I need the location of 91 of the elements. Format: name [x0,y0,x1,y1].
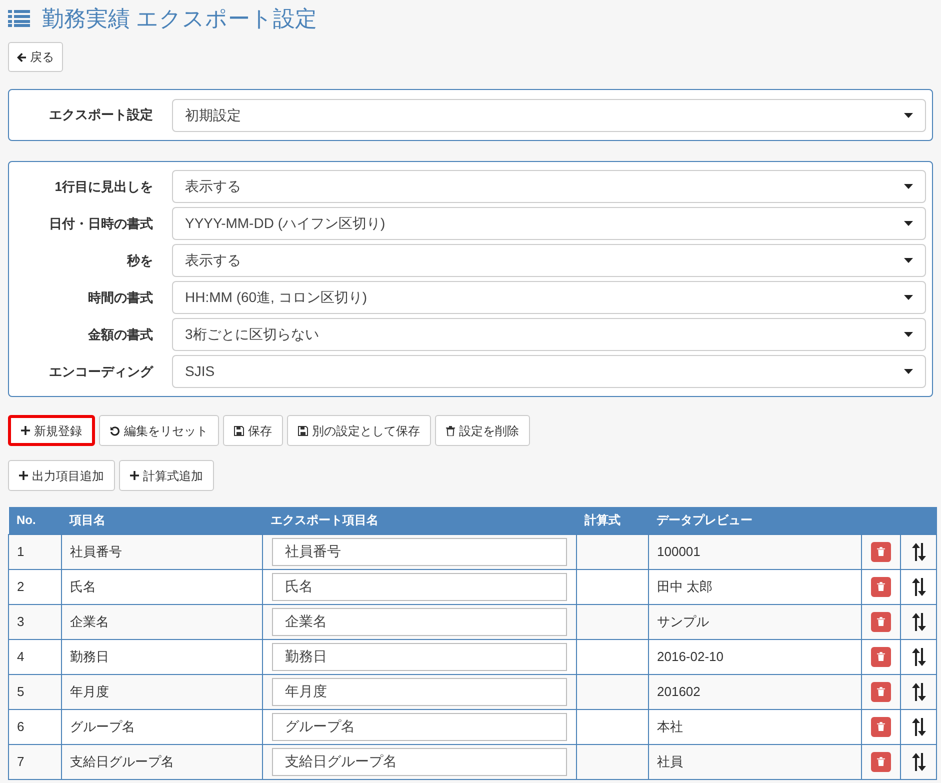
trash-icon [877,687,885,696]
delete-button[interactable] [871,576,891,596]
trash-icon [877,757,885,766]
text-input[interactable]: 支給日グループ名 [272,748,567,776]
column-header: データプレビュー [648,507,862,534]
sort-handle-icon[interactable] [912,578,926,596]
sort-handle-icon[interactable] [912,718,926,736]
plus-icon [19,471,28,480]
text-input[interactable]: 勤務日 [272,642,567,670]
table-cell: 支給日グループ名 [62,744,262,779]
table-cell: 企業名 [62,604,262,639]
field-label: 1行目に見出しを [54,178,154,196]
table-cell: 2 [8,569,62,604]
caret-icon [904,258,913,263]
table-cell: 勤務日 [62,639,262,674]
trash-icon [446,426,455,436]
field-label: エクスポート設定 [48,106,154,124]
table-cell: 社員 [648,744,862,779]
highlighted-button[interactable]: 新規登録 [8,415,95,446]
dropdown-select[interactable]: 表示する [172,170,926,203]
sort-handle-icon[interactable] [912,683,926,702]
table-cell: 田中 太郎 [648,569,862,604]
caret-icon [904,369,913,374]
dropdown-select[interactable]: HH:MM (60進, コロン区切り) [172,281,926,314]
column-header: エクスポート項目名 [262,507,576,534]
trash-icon [877,547,885,556]
toolbar-button[interactable]: 出力項目追加 [8,460,115,491]
text-input[interactable]: 氏名 [272,572,567,600]
table-cell: 201602 [648,674,862,709]
plus-icon [130,471,139,480]
trash-icon [877,722,885,731]
sort-handle-icon[interactable] [912,613,926,632]
table-cell: グループ名 [62,709,262,744]
delete-button[interactable] [871,682,891,702]
text-input[interactable]: グループ名 [272,712,567,740]
dropdown-select[interactable]: SJIS [172,355,926,388]
trash-icon [877,617,885,626]
field-label: エンコーディング [48,362,154,381]
caret-icon [904,112,913,118]
undo-icon [110,426,120,436]
column-header: 項目名 [62,507,262,534]
sort-handle-icon[interactable] [912,753,926,772]
toolbar-button[interactable]: 編集をリセット [99,415,219,446]
sort-handle-icon[interactable] [912,648,926,666]
text-input[interactable]: 企業名 [272,608,567,636]
field-label: 秒を [126,252,154,270]
toolbar-button[interactable]: 保存 [223,415,283,446]
back-button[interactable]: 戻る [8,42,63,72]
table-cell: 2016-02-10 [648,639,862,674]
toolbar-button[interactable]: 計算式追加 [119,460,214,491]
table-cell: 1 [8,534,62,569]
table-cell: 4 [8,639,62,674]
delete-button[interactable] [871,646,891,666]
delete-button[interactable] [871,716,891,736]
text-input[interactable]: 社員番号 [272,538,567,566]
column-header: No. [8,507,62,534]
toolbar-button[interactable]: 別の設定として保存 [287,415,431,446]
delete-button[interactable] [871,542,891,562]
trash-icon [877,652,885,661]
caret-icon [904,184,913,189]
field-label: 金額の書式 [87,326,154,344]
page-title: 勤務実績 エクスポート設定 [42,4,318,32]
plus-icon [21,426,30,435]
field-label: 時間の書式 [87,288,154,307]
table-cell: 3 [8,604,62,639]
dropdown-select[interactable]: 3桁ごとに区切らない [172,318,926,351]
table-cell: サンプル [648,604,862,639]
trash-icon [877,582,885,591]
dropdown-select[interactable]: 表示する [172,244,926,277]
table-cell: 氏名 [62,569,262,604]
table-cell: 100001 [648,534,862,569]
caret-icon [904,295,913,300]
caret-icon [904,332,913,337]
delete-button[interactable] [871,612,891,632]
delete-button[interactable] [871,752,891,772]
dropdown-select[interactable]: YYYY-MM-DD (ハイフン区切り) [172,207,926,240]
column-header: 計算式 [576,507,648,534]
sort-handle-icon[interactable] [912,543,926,562]
table-cell: 6 [8,709,62,744]
dropdown-select[interactable]: 初期設定 [172,98,926,132]
table-cell: 7 [8,744,62,779]
table-cell: 本社 [648,709,862,744]
caret-icon [904,221,913,226]
table-cell: 5 [8,674,62,709]
toolbar-button[interactable]: 設定を削除 [435,415,530,446]
list-icon [8,10,30,26]
table-cell: 年月度 [62,674,262,709]
field-label: 日付・日時の書式 [48,214,154,233]
table-cell: 社員番号 [62,534,262,569]
arrow-left-icon [17,52,26,62]
text-input[interactable]: 年月度 [272,678,567,706]
